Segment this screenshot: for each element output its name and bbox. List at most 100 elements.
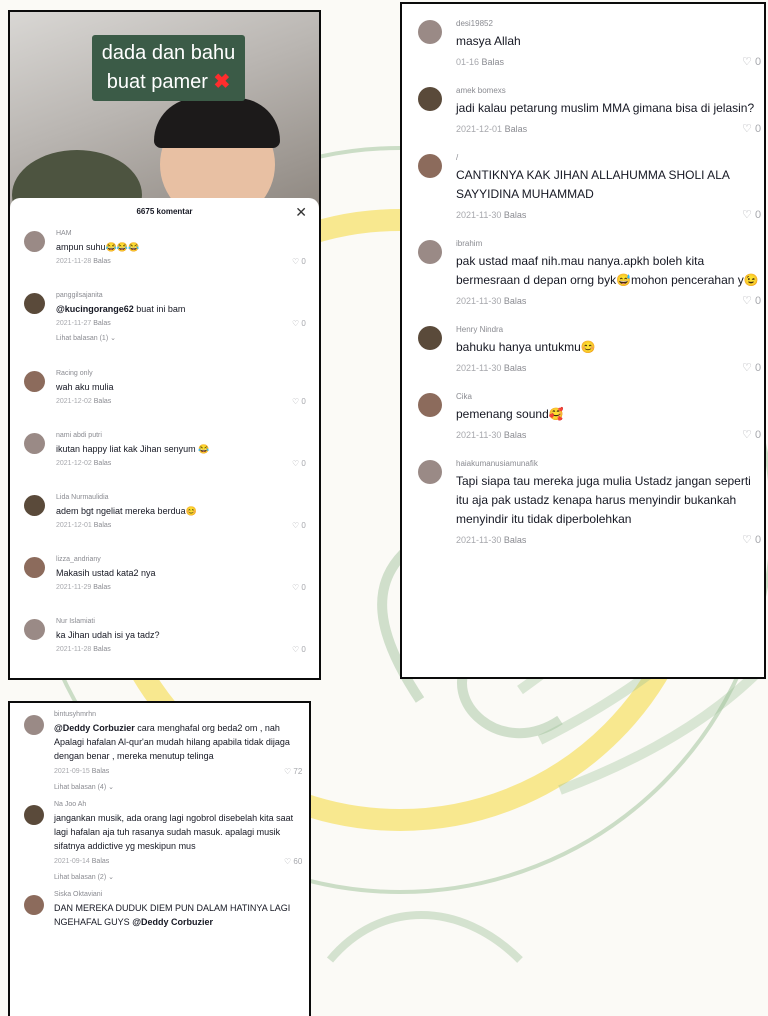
reply-button[interactable]: Balas: [93, 584, 111, 591]
comment-username[interactable]: panggilsajanita: [56, 288, 319, 302]
reply-button[interactable]: Balas: [504, 296, 527, 306]
comment-body: Tapi siapa tau mereka juga mulia Ustadz …: [456, 474, 751, 526]
mention-link[interactable]: @Deddy Corbuzier: [132, 917, 213, 927]
avatar[interactable]: [418, 240, 442, 264]
comment-text: masya Allah: [456, 32, 764, 51]
avatar[interactable]: [24, 619, 45, 640]
comment-username[interactable]: nami abdi putri: [56, 428, 319, 442]
reply-button[interactable]: Balas: [504, 535, 527, 545]
comment-body: adem bgt ngeliat mereka berdua😊: [56, 506, 197, 516]
like-button[interactable]: ♡ 0: [742, 204, 761, 226]
like-button[interactable]: ♡ 0: [742, 290, 761, 312]
comment-username[interactable]: bintusyhmrhn: [54, 709, 309, 721]
comment-list: desi19852masya Allah01-16 Balas♡ 0⊽amek …: [402, 4, 764, 551]
like-button[interactable]: ♡ 0: [292, 580, 306, 596]
heart-icon: ♡: [292, 397, 300, 406]
heart-icon: ♡: [284, 857, 292, 866]
reply-button[interactable]: Balas: [504, 210, 527, 220]
avatar[interactable]: [24, 371, 45, 392]
avatar[interactable]: [24, 293, 45, 314]
reply-button[interactable]: Balas: [93, 320, 111, 327]
avatar[interactable]: [24, 557, 45, 578]
comment-list: bintusyhmrhn @Deddy Corbuzier cara mengha…: [10, 703, 309, 929]
comment-username[interactable]: Siska Oktaviani: [54, 889, 309, 901]
comment-username[interactable]: Racing only: [56, 366, 319, 380]
comment-username[interactable]: HAM: [56, 226, 319, 240]
comment-meta: 2021-11-30 Balas♡ 0⊽: [456, 424, 764, 446]
avatar[interactable]: [418, 20, 442, 44]
reply-button[interactable]: Balas: [94, 460, 112, 467]
comment-meta: 2021-11-30 Balas♡ 0⊽: [456, 290, 764, 312]
like-button[interactable]: ♡ 0: [742, 529, 761, 551]
like-button[interactable]: ♡ 0: [292, 254, 306, 270]
view-replies-link[interactable]: Lihat balasan (4) ⌄: [54, 781, 309, 795]
comment-username[interactable]: /: [456, 150, 764, 166]
comment-username[interactable]: Cika: [456, 389, 764, 405]
like-button[interactable]: ♡ 0: [742, 51, 761, 73]
cross-icon: ✖: [213, 71, 231, 93]
avatar[interactable]: [24, 715, 44, 735]
like-button[interactable]: ♡ 0: [292, 394, 306, 410]
comment-username[interactable]: desi19852: [456, 16, 764, 32]
video-frame[interactable]: dada dan bahu buat pamer ✖: [10, 12, 319, 212]
like-button[interactable]: ♡ 72: [284, 763, 302, 781]
comment-date: 2021-11-30: [456, 210, 502, 220]
video-caption: dada dan bahu buat pamer ✖: [92, 35, 245, 101]
comment-username[interactable]: ibrahim: [456, 236, 764, 252]
like-button[interactable]: ♡ 0: [292, 456, 306, 472]
avatar[interactable]: [24, 895, 44, 915]
avatar[interactable]: [24, 433, 45, 454]
like-button[interactable]: ♡ 0: [742, 118, 761, 140]
reply-button[interactable]: Balas: [94, 398, 112, 405]
comment-date: 2021-09-14: [54, 858, 90, 865]
mention-link[interactable]: @kucingorange62: [56, 304, 134, 314]
comment-username[interactable]: Henry Nindra: [456, 322, 764, 338]
comment-item: Lida Nurmaulidia adem bgt ngeliat mereka …: [10, 490, 319, 552]
comment-date: 2021-09-15: [54, 768, 90, 775]
comment-text: ka Jihan udah isi ya tadz?: [56, 628, 319, 642]
avatar[interactable]: [418, 87, 442, 111]
comment-username[interactable]: Na Joo Ah: [54, 799, 309, 811]
reply-button[interactable]: Balas: [505, 124, 528, 134]
view-replies-link[interactable]: Lihat balasan (2) ⌄: [54, 871, 309, 885]
like-button[interactable]: ♡ 0: [292, 518, 306, 534]
close-icon[interactable]: ✕: [295, 198, 307, 226]
reply-button[interactable]: Balas: [482, 57, 505, 67]
comment-body: pak ustad maaf nih.mau nanya.apkh boleh …: [456, 254, 759, 287]
comment-text: Makasih ustad kata2 nya: [56, 566, 319, 580]
comment-username[interactable]: lizza_andriany: [56, 552, 319, 566]
like-button[interactable]: ♡ 0: [292, 316, 306, 332]
avatar[interactable]: [418, 393, 442, 417]
avatar[interactable]: [24, 495, 45, 516]
avatar[interactable]: [24, 805, 44, 825]
like-button[interactable]: ♡ 60: [284, 853, 302, 871]
heart-icon: ♡: [292, 521, 300, 530]
reply-button[interactable]: Balas: [504, 363, 527, 373]
comment-count: 6675 komentar: [136, 207, 193, 216]
like-count: 0: [301, 459, 306, 468]
reply-button[interactable]: Balas: [504, 430, 527, 440]
like-button[interactable]: ♡ 0: [742, 424, 761, 446]
avatar[interactable]: [418, 460, 442, 484]
like-button[interactable]: ♡ 0: [292, 642, 306, 658]
reply-button[interactable]: Balas: [92, 768, 110, 775]
comment-meta: 2021-12-02 Balas♡ 0⊽: [56, 394, 319, 410]
avatar[interactable]: [418, 326, 442, 350]
view-replies-link[interactable]: Lihat balasan (1) ⌄: [56, 332, 319, 346]
comment-username[interactable]: Nur Islamiati: [56, 614, 319, 628]
avatar[interactable]: [418, 154, 442, 178]
reply-button[interactable]: Balas: [94, 522, 112, 529]
avatar[interactable]: [24, 231, 45, 252]
comment-username[interactable]: Lida Nurmaulidia: [56, 490, 319, 504]
reply-button[interactable]: Balas: [93, 258, 111, 265]
comment-username[interactable]: amek bomexs: [456, 83, 764, 99]
like-button[interactable]: ♡ 0: [742, 357, 761, 379]
comment-date: 2021-12-01: [56, 522, 92, 529]
comment-username[interactable]: haiakumanusiamunafik: [456, 456, 764, 472]
reply-button[interactable]: Balas: [92, 858, 110, 865]
mention-link[interactable]: @Deddy Corbuzier: [54, 723, 135, 733]
comment-meta: 2021-11-30 Balas♡ 0⊽: [456, 357, 764, 379]
comment-meta: 2021-11-27 Balas♡ 0⊽: [56, 316, 319, 332]
reply-button[interactable]: Balas: [93, 646, 111, 653]
comment-meta: 2021-09-15 Balas♡ 72⊽: [54, 763, 309, 781]
